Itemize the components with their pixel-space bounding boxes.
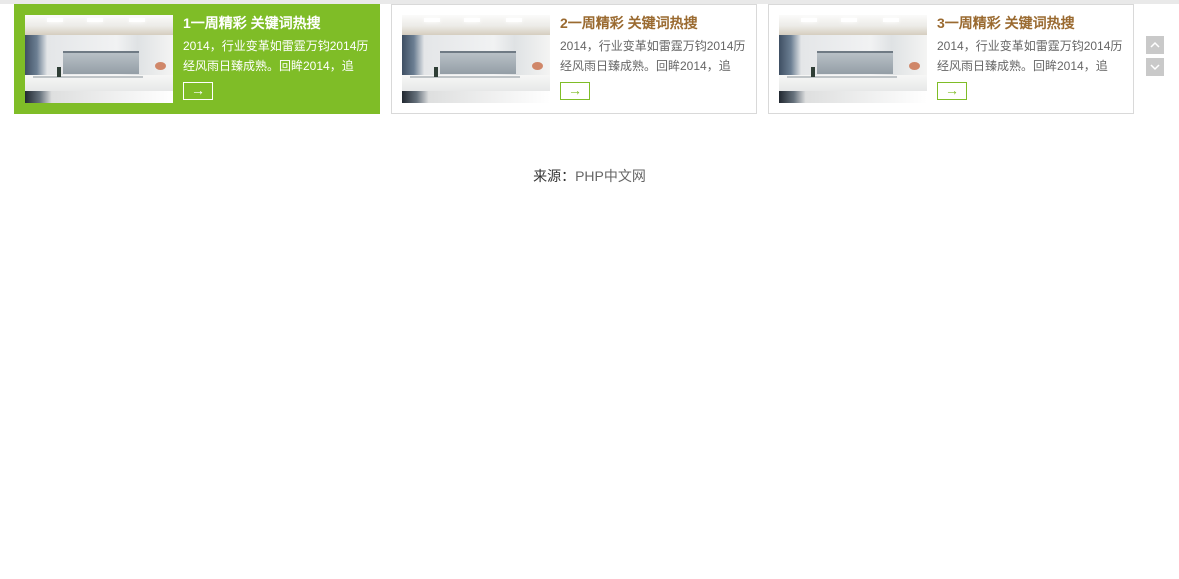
thumbnail-light (87, 18, 103, 22)
thumbnail-cabinet (63, 51, 139, 74)
carousel-card-3[interactable]: 3一周精彩 关键词热搜 2014，行业变革如雷霆万钧2014历经风雨日臻成熟。回… (768, 4, 1134, 114)
thumbnail-light (841, 18, 857, 22)
thumbnail-fruit (532, 62, 543, 70)
carousel-card-1[interactable]: 1一周精彩 关键词热搜 2014，行业变革如雷霆万钧2014历经风雨日臻成熟。回… (14, 4, 380, 114)
thumbnail-light (506, 18, 522, 22)
thumbnail-floor (402, 91, 550, 103)
thumbnail-vase (811, 67, 815, 77)
source-footer: 来源：PHP中文网 (0, 166, 1179, 186)
thumbnail-light (47, 18, 63, 22)
chevron-up-icon (1150, 41, 1160, 48)
thumbnail-light (424, 18, 440, 22)
read-more-button[interactable]: → (937, 82, 967, 100)
kitchen-thumbnail[interactable] (25, 15, 173, 103)
thumbnail-light (801, 18, 817, 22)
card-description: 2014，行业变革如雷霆万钧2014历经风雨日臻成熟。回眸2014，追 (560, 39, 746, 73)
thumbnail-ceiling (25, 15, 173, 35)
featured-carousel: 1一周精彩 关键词热搜 2014，行业变革如雷霆万钧2014历经风雨日臻成熟。回… (14, 4, 1165, 114)
source-link[interactable]: PHP中文网 (575, 168, 646, 184)
chevron-down-icon (1150, 64, 1160, 71)
card-description: 2014，行业变革如雷霆万钧2014历经风雨日臻成熟。回眸2014，追 (183, 39, 369, 73)
card-description: 2014，行业变革如雷霆万钧2014历经风雨日臻成熟。回眸2014，追 (937, 39, 1123, 73)
carousel-card-2[interactable]: 2一周精彩 关键词热搜 2014，行业变革如雷霆万钧2014历经风雨日臻成熟。回… (391, 4, 757, 114)
card-title[interactable]: 2一周精彩 关键词热搜 (560, 13, 750, 33)
thumbnail-ceiling (779, 15, 927, 35)
thumbnail-cabinet (817, 51, 893, 74)
kitchen-thumbnail[interactable] (402, 15, 550, 103)
read-more-button[interactable]: → (183, 82, 213, 100)
thumbnail-light (464, 18, 480, 22)
thumbnail-counter-edge (33, 76, 143, 78)
thumbnail-fruit (909, 62, 920, 70)
scroll-down-button[interactable] (1146, 58, 1164, 76)
thumbnail-ceiling (402, 15, 550, 35)
thumbnail-counter-edge (787, 76, 897, 78)
card-title[interactable]: 3一周精彩 关键词热搜 (937, 13, 1127, 33)
scroll-up-button[interactable] (1146, 36, 1164, 54)
thumbnail-vase (434, 67, 438, 77)
thumbnail-fruit (155, 62, 166, 70)
thumbnail-cabinet (440, 51, 516, 74)
thumbnail-floor (25, 91, 173, 103)
thumbnail-light (129, 18, 145, 22)
kitchen-thumbnail[interactable] (779, 15, 927, 103)
thumbnail-light (883, 18, 899, 22)
read-more-button[interactable]: → (560, 82, 590, 100)
card-title[interactable]: 1一周精彩 关键词热搜 (183, 13, 373, 33)
page: 1一周精彩 关键词热搜 2014，行业变革如雷霆万钧2014历经风雨日臻成熟。回… (0, 0, 1179, 579)
thumbnail-vase (57, 67, 61, 77)
thumbnail-floor (779, 91, 927, 103)
source-label: 来源： (533, 168, 576, 184)
thumbnail-counter-edge (410, 76, 520, 78)
